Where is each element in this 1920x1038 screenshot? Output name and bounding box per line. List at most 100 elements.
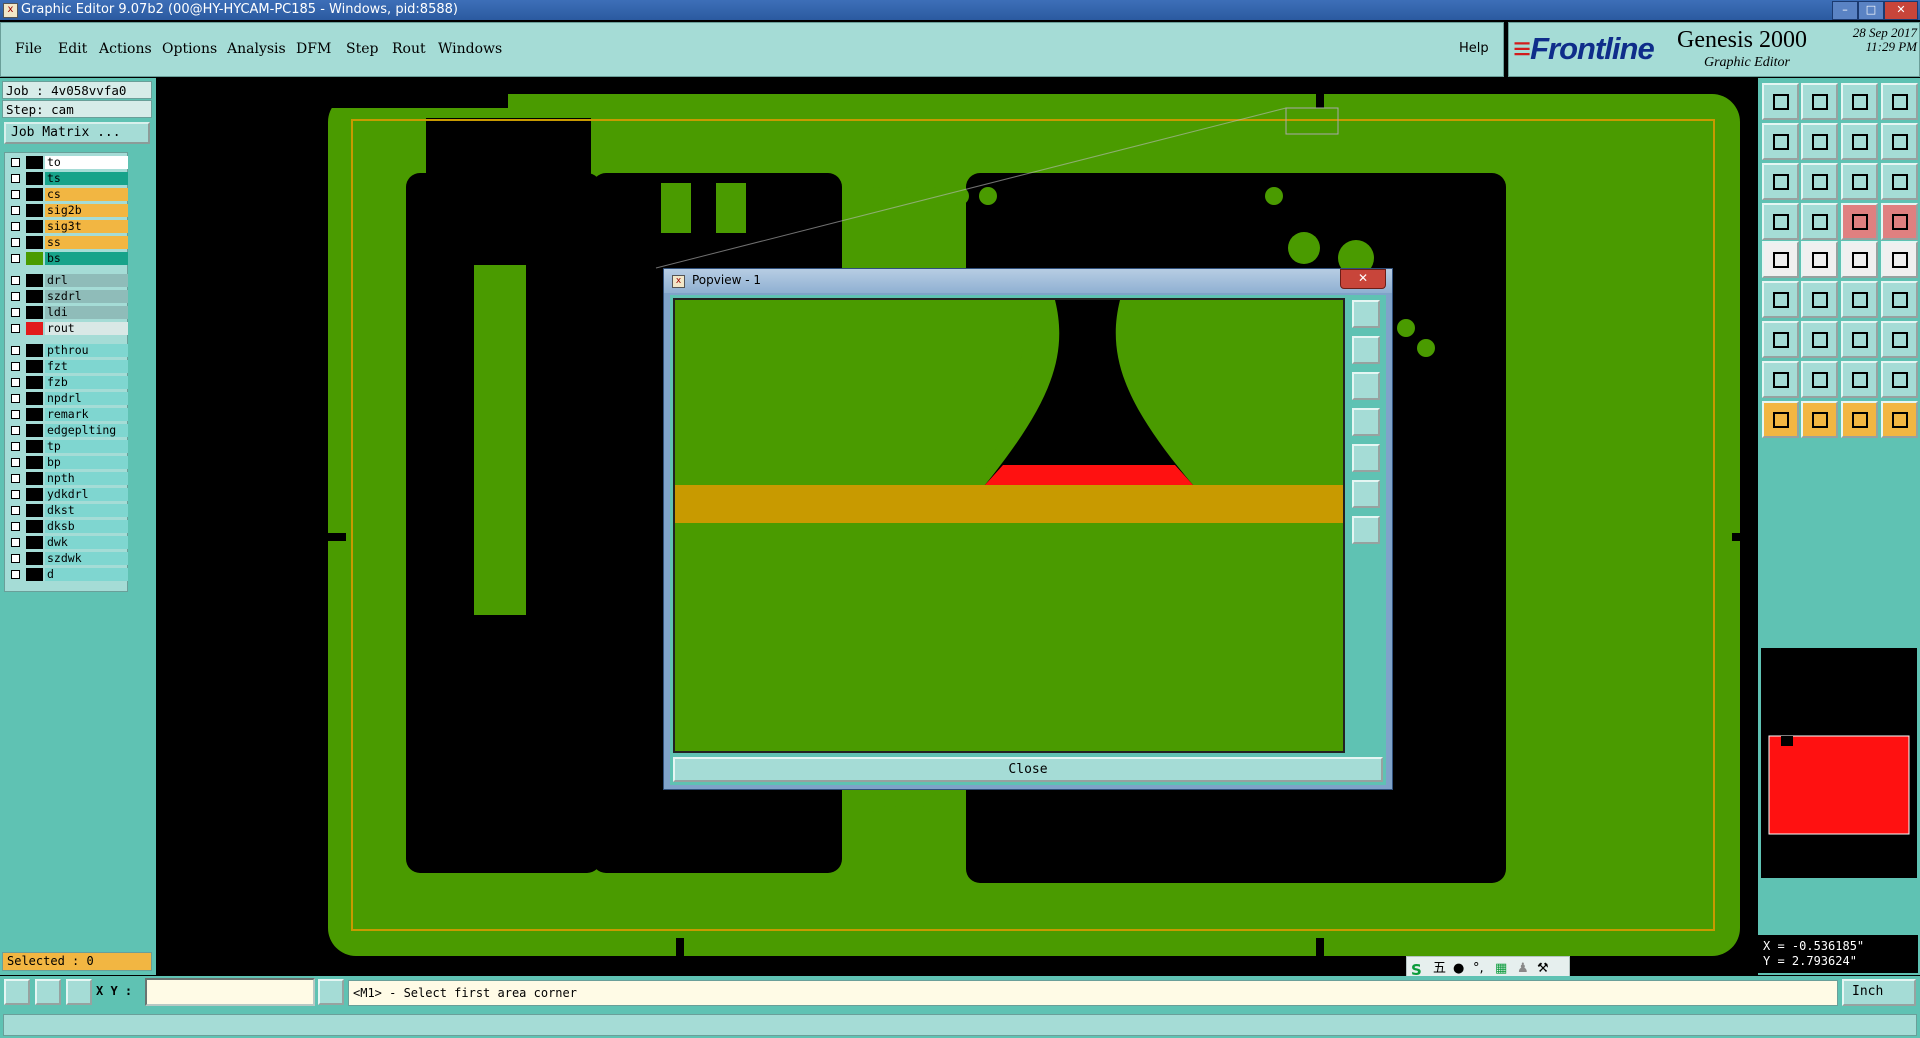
- layer-row-remark[interactable]: remark: [7, 408, 128, 422]
- dot-icon[interactable]: [1881, 241, 1918, 278]
- command-line[interactable]: [3, 1014, 1917, 1036]
- select-mode-icon[interactable]: [4, 979, 30, 1005]
- layer-row-tp[interactable]: tp: [7, 440, 128, 454]
- layer-checkbox[interactable]: [11, 292, 20, 301]
- layer-name[interactable]: pthrou: [45, 344, 128, 357]
- layer-color-swatch[interactable]: [26, 504, 43, 517]
- layer-row-szdrl[interactable]: szdrl: [7, 290, 128, 304]
- layers-red-icon[interactable]: [1841, 203, 1878, 240]
- pop-pan-left-icon[interactable]: [1352, 408, 1380, 436]
- layer-row-drl[interactable]: drl: [7, 274, 128, 288]
- layer-name[interactable]: dkst: [45, 504, 128, 517]
- layer-name[interactable]: sig2b: [45, 204, 128, 217]
- layer-row-ldi[interactable]: ldi: [7, 306, 128, 320]
- layer-name[interactable]: ldi: [45, 306, 128, 319]
- line-pad-icon[interactable]: [1841, 281, 1878, 318]
- layer-color-swatch[interactable]: [26, 440, 43, 453]
- maximize-button[interactable]: □: [1858, 1, 1884, 20]
- menu-file[interactable]: File: [15, 41, 42, 57]
- layer-name[interactable]: bp: [45, 456, 128, 469]
- overview-preview[interactable]: [1761, 648, 1917, 878]
- layer-name[interactable]: ss: [45, 236, 128, 249]
- layer-name[interactable]: fzt: [45, 360, 128, 373]
- job-matrix-button[interactable]: Job Matrix ...: [4, 122, 150, 144]
- layer-name[interactable]: remark: [45, 408, 128, 421]
- layer-row-bs[interactable]: bs: [7, 252, 128, 266]
- menu-help[interactable]: Help: [1459, 41, 1489, 56]
- xy-input[interactable]: [145, 978, 315, 1006]
- layer-checkbox[interactable]: [11, 538, 20, 547]
- split-view-icon[interactable]: [1881, 83, 1918, 120]
- layer-row-d[interactable]: d: [7, 568, 128, 582]
- layer-row-ss[interactable]: ss: [7, 236, 128, 250]
- layer-color-swatch[interactable]: [26, 306, 43, 319]
- units-selector[interactable]: Inch: [1842, 979, 1916, 1006]
- menu-edit[interactable]: Edit: [58, 41, 87, 57]
- layer-row-ts[interactable]: ts: [7, 172, 128, 186]
- copy-icon[interactable]: [1762, 361, 1799, 398]
- open-layer-icon[interactable]: [1762, 83, 1799, 120]
- fit-icon[interactable]: [1762, 163, 1799, 200]
- layer-color-swatch[interactable]: [26, 408, 43, 421]
- layer-name[interactable]: szdrl: [45, 290, 128, 303]
- minimize-button[interactable]: –: [1832, 1, 1858, 20]
- layer-color-swatch[interactable]: [26, 344, 43, 357]
- menu-analysis[interactable]: Analysis: [227, 41, 286, 57]
- layer-color-swatch[interactable]: [26, 520, 43, 533]
- layer-row-edgeplting[interactable]: edgeplting: [7, 424, 128, 438]
- layer-color-swatch[interactable]: [26, 252, 43, 265]
- layer-color-swatch[interactable]: [26, 188, 43, 201]
- menu-rout[interactable]: Rout: [392, 41, 426, 57]
- layer-color-swatch[interactable]: [26, 360, 43, 373]
- layer-checkbox[interactable]: [11, 426, 20, 435]
- arc-pad-icon[interactable]: [1881, 281, 1918, 318]
- layer-row-to[interactable]: to: [7, 156, 128, 170]
- popview-canvas[interactable]: [673, 298, 1345, 753]
- layer-name[interactable]: d: [45, 568, 128, 581]
- layer-color-swatch[interactable]: [26, 472, 43, 485]
- layer-row-ydkdrl[interactable]: ydkdrl: [7, 488, 128, 502]
- pop-pan-down-icon[interactable]: [1352, 372, 1380, 400]
- layer-color-swatch[interactable]: [26, 290, 43, 303]
- pop-pan-right-icon[interactable]: [1352, 444, 1380, 472]
- layer-row-bp[interactable]: bp: [7, 456, 128, 470]
- layer-name[interactable]: npth: [45, 472, 128, 485]
- move-left-icon[interactable]: [1762, 123, 1799, 160]
- layer-name[interactable]: fzb: [45, 376, 128, 389]
- layer-checkbox[interactable]: [11, 190, 20, 199]
- layer-name[interactable]: szdwk: [45, 552, 128, 565]
- pop-fit-icon[interactable]: [1352, 480, 1380, 508]
- snapshot-icon[interactable]: [1762, 241, 1799, 278]
- measure-mode-icon[interactable]: [35, 979, 61, 1005]
- layer-row-dwk[interactable]: dwk: [7, 536, 128, 550]
- layer-name[interactable]: drl: [45, 274, 128, 287]
- layer-row-sig2b[interactable]: sig2b: [7, 204, 128, 218]
- layer-name[interactable]: cs: [45, 188, 128, 201]
- array-icon[interactable]: [1881, 361, 1918, 398]
- layer-checkbox[interactable]: [11, 346, 20, 355]
- text-c-icon[interactable]: [1881, 401, 1918, 438]
- link-icon[interactable]: [1841, 123, 1878, 160]
- layer-row-npth[interactable]: npth: [7, 472, 128, 486]
- slash-icon[interactable]: [1801, 321, 1838, 358]
- layer-checkbox[interactable]: [11, 474, 20, 483]
- layer-color-swatch[interactable]: [26, 172, 43, 185]
- layer-checkbox[interactable]: [11, 522, 20, 531]
- layer-row-dksb[interactable]: dksb: [7, 520, 128, 534]
- layer-name[interactable]: dksb: [45, 520, 128, 533]
- menu-windows[interactable]: Windows: [438, 41, 502, 57]
- layer-checkbox[interactable]: [11, 254, 20, 263]
- layer-row-npdrl[interactable]: npdrl: [7, 392, 128, 406]
- grid-mode-icon[interactable]: [66, 979, 92, 1005]
- layers-edit-icon[interactable]: [1881, 203, 1918, 240]
- menu-actions[interactable]: Actions: [99, 41, 152, 57]
- layer-checkbox[interactable]: [11, 174, 20, 183]
- angle-icon[interactable]: [1762, 321, 1799, 358]
- layer-color-swatch[interactable]: [26, 274, 43, 287]
- rotate-icon[interactable]: [1841, 321, 1878, 358]
- layer-checkbox[interactable]: [11, 362, 20, 371]
- layer-color-swatch[interactable]: [26, 552, 43, 565]
- scale-icon[interactable]: [1841, 163, 1878, 200]
- triangle-icon[interactable]: [1762, 401, 1799, 438]
- layer-checkbox[interactable]: [11, 570, 20, 579]
